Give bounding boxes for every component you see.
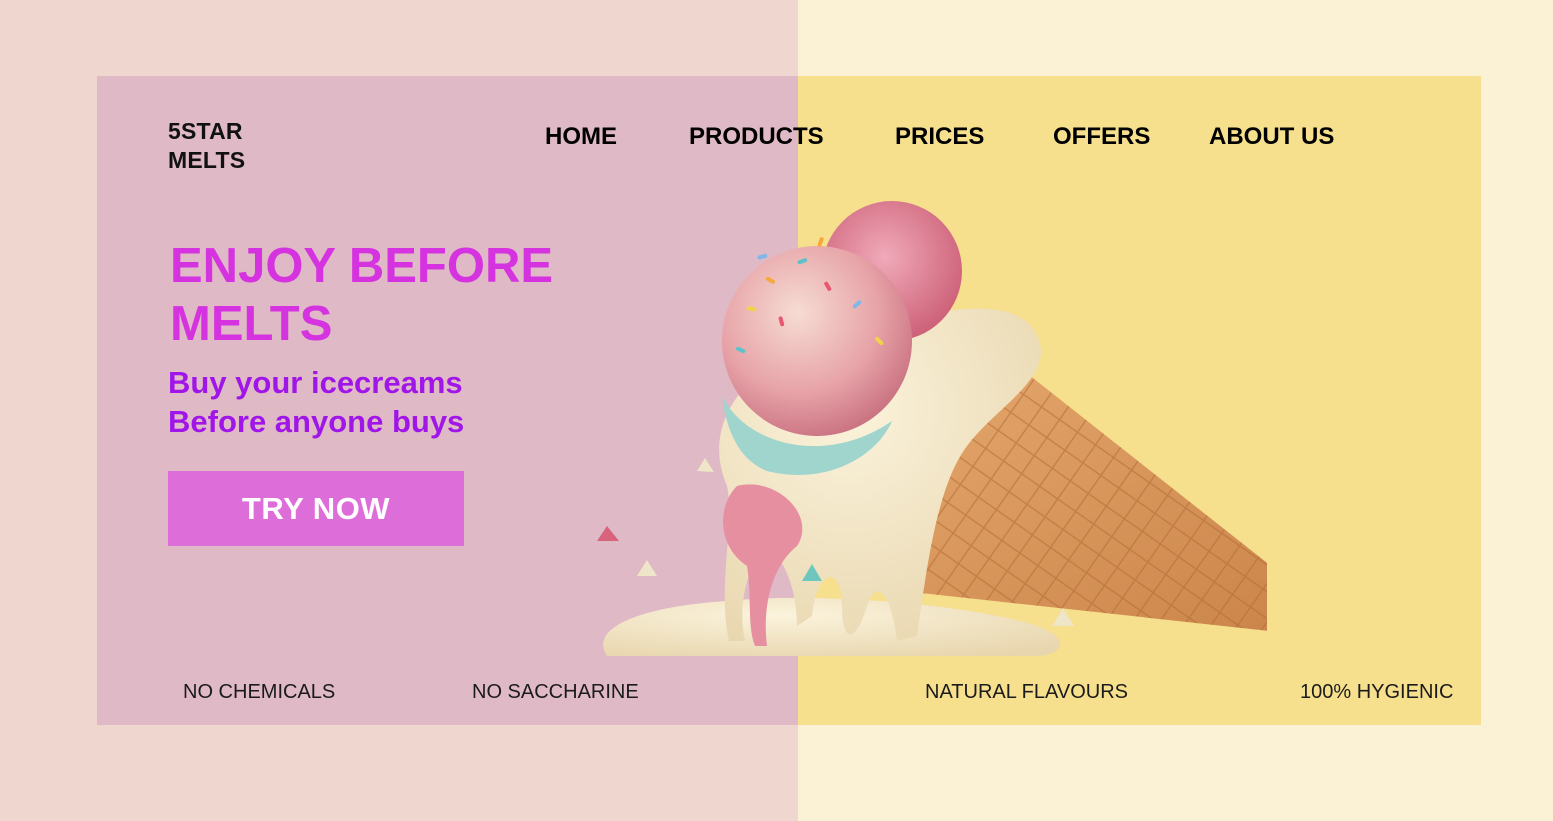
main-nav: HOME PRODUCTS PRICES OFFERS ABOUT US bbox=[97, 123, 1481, 159]
feature-hygienic: 100% HYGIENIC bbox=[1300, 681, 1454, 703]
ice-cream-cone-image bbox=[597, 201, 1267, 656]
feature-natural-flavours: NATURAL FLAVOURS bbox=[925, 681, 1128, 703]
nav-item-prices[interactable]: PRICES bbox=[895, 123, 984, 151]
hero-subline: Buy your icecreams Before anyone buys bbox=[168, 363, 548, 441]
feature-strip: NO CHEMICALS NO SACCHARINE NATURAL FLAVO… bbox=[97, 681, 1481, 711]
try-now-button[interactable]: TRY NOW bbox=[168, 471, 464, 546]
hero-subline-1: Buy your icecreams bbox=[168, 365, 463, 400]
feature-no-saccharine: NO SACCHARINE bbox=[472, 681, 639, 703]
nav-item-offers[interactable]: OFFERS bbox=[1053, 123, 1150, 151]
nav-item-about-us[interactable]: ABOUT US bbox=[1209, 123, 1334, 151]
hero-subline-2: Before anyone buys bbox=[168, 404, 465, 439]
landing-card: 5STAR MELTS HOME PRODUCTS PRICES OFFERS … bbox=[97, 76, 1481, 725]
nav-item-home[interactable]: HOME bbox=[545, 123, 617, 151]
nav-item-products[interactable]: PRODUCTS bbox=[689, 123, 824, 151]
feature-no-chemicals: NO CHEMICALS bbox=[183, 681, 336, 703]
